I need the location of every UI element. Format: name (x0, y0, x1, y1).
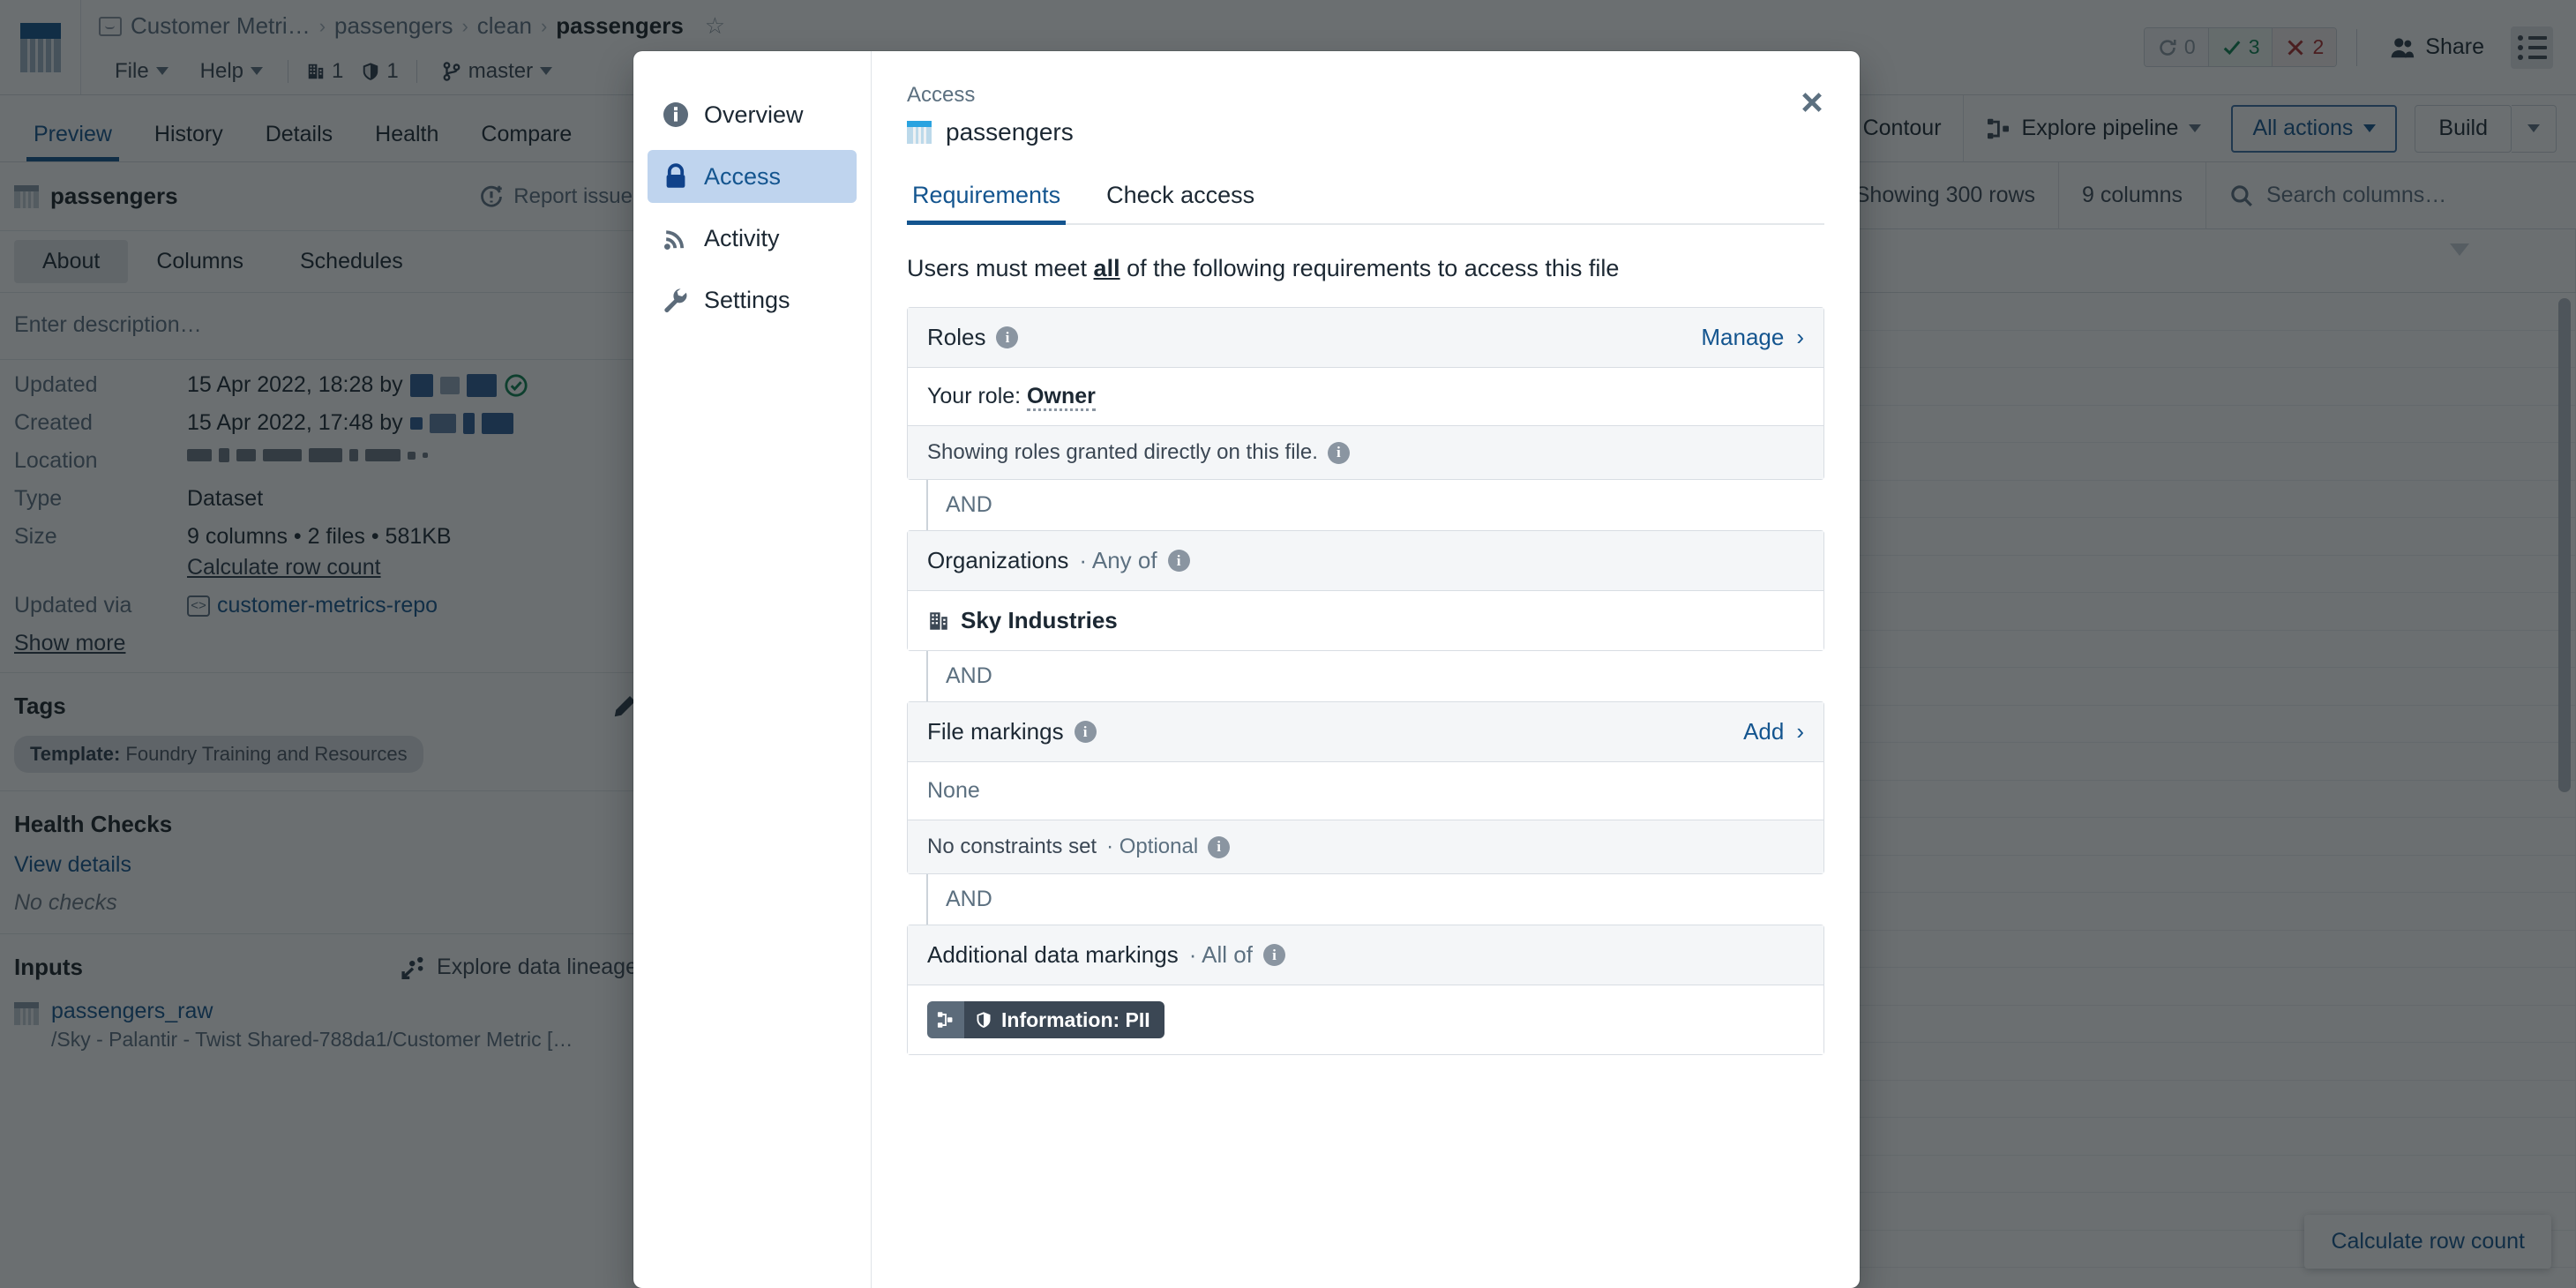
organization-name: Sky Industries (961, 607, 1118, 633)
and-connector: AND (907, 874, 1824, 925)
close-modal-button[interactable] (1793, 83, 1831, 122)
modal-dataset-name: passengers (946, 118, 1074, 146)
file-markings-card-header: File markings i Add › (908, 702, 1823, 762)
organizations-title: Organizations (927, 547, 1069, 573)
chevron-right-icon: › (1796, 718, 1804, 745)
and-label: AND (946, 663, 992, 688)
organizations-card-header: Organizations · Any of i (908, 531, 1823, 591)
pii-badge-content: Information: PII (964, 1001, 1164, 1038)
info-icon[interactable]: i (1074, 721, 1097, 743)
sidebar-item-activity[interactable]: Activity (648, 212, 857, 265)
add-label: Add (1743, 718, 1785, 745)
sidebar-item-access[interactable]: Access (648, 150, 857, 203)
modal-title: passengers (907, 118, 1824, 146)
additional-markings-card-header: Additional data markings · All of i (908, 925, 1823, 985)
info-icon[interactable]: i (1208, 835, 1231, 858)
file-markings-card: File markings i Add › None No constraint… (907, 701, 1824, 874)
dataset-icon (907, 121, 932, 144)
sidebar-item-overview[interactable]: Overview (648, 88, 857, 141)
info-icon[interactable]: i (1327, 441, 1350, 464)
organization-item: Sky Industries (927, 607, 1804, 634)
manage-roles-button[interactable]: Manage › (1701, 324, 1804, 351)
roles-title: Roles (927, 324, 986, 350)
sidebar-item-settings[interactable]: Settings (648, 273, 857, 326)
roles-card-footer: Showing roles granted directly on this f… (908, 425, 1823, 479)
info-icon[interactable]: i (1167, 550, 1190, 572)
inherited-marking-icon (927, 1001, 964, 1038)
roles-footer-text: Showing roles granted directly on this f… (927, 440, 1318, 464)
add-file-marking-button[interactable]: Add › (1743, 718, 1804, 745)
pii-marking-badge[interactable]: Information: PII (927, 1001, 1164, 1038)
sidebar-item-label: Access (704, 162, 782, 190)
tab-requirements[interactable]: Requirements (907, 176, 1067, 225)
your-role-row: Your role: Owner (908, 368, 1823, 425)
and-connector: AND (907, 651, 1824, 701)
modal-sidebar: Overview Access Activity Settings (633, 51, 872, 1288)
info-icon[interactable]: i (996, 326, 1019, 348)
file-markings-card-footer: No constraints set · Optional i (908, 820, 1823, 873)
modal-eyebrow: Access (907, 83, 976, 107)
close-icon (1802, 93, 1822, 112)
and-label: AND (946, 492, 992, 517)
your-role-prefix: Your role: (927, 384, 1022, 408)
tab-check-access[interactable]: Check access (1101, 176, 1260, 223)
file-markings-footer-main: No constraints set (927, 835, 1097, 858)
modal-tabs: Requirements Check access (907, 176, 1824, 225)
manage-label: Manage (1701, 324, 1785, 350)
file-markings-value: None (908, 762, 1823, 820)
roles-card: Roles i Manage › Your role: Owner Showin… (907, 307, 1824, 480)
organizations-card: Organizations · Any of i Sky Industries (907, 530, 1824, 651)
additional-data-markings-card: Additional data markings · All of i Info… (907, 925, 1824, 1055)
info-icon (662, 101, 690, 129)
organizations-card-body: Sky Industries (908, 591, 1823, 650)
intro-post: of the following requirements to access … (1120, 255, 1620, 281)
info-icon[interactable]: i (1262, 944, 1285, 966)
requirements-intro: Users must meet all of the following req… (907, 255, 1824, 282)
intro-pre: Users must meet (907, 255, 1094, 281)
roles-card-header: Roles i Manage › (908, 308, 1823, 368)
organizations-qualifier: · Any of (1079, 547, 1157, 573)
additional-markings-card-body: Information: PII (908, 985, 1823, 1054)
access-modal: Overview Access Activity Settings Access… (633, 51, 1860, 1288)
pii-badge-label: Information: PII (1001, 1007, 1150, 1031)
activity-icon (662, 224, 690, 252)
wrench-icon (662, 286, 690, 314)
file-markings-title: File markings (927, 718, 1064, 745)
lock-icon (662, 162, 690, 191)
sidebar-item-label: Settings (704, 286, 790, 313)
sidebar-item-label: Overview (704, 101, 804, 128)
and-connector: AND (907, 480, 1824, 530)
additional-markings-title: Additional data markings (927, 941, 1179, 968)
your-role-value[interactable]: Owner (1027, 384, 1096, 411)
file-markings-footer-qualifier: · Optional (1106, 835, 1199, 858)
modal-content: Access passengers Requirements Check acc… (872, 51, 1860, 1288)
sidebar-item-label: Activity (704, 224, 780, 251)
building-icon (930, 611, 947, 630)
shield-icon (977, 1012, 991, 1028)
and-label: AND (946, 887, 992, 911)
intro-emphasis: all (1093, 255, 1120, 281)
additional-markings-qualifier: · All of (1188, 941, 1253, 968)
chevron-right-icon: › (1796, 324, 1804, 350)
